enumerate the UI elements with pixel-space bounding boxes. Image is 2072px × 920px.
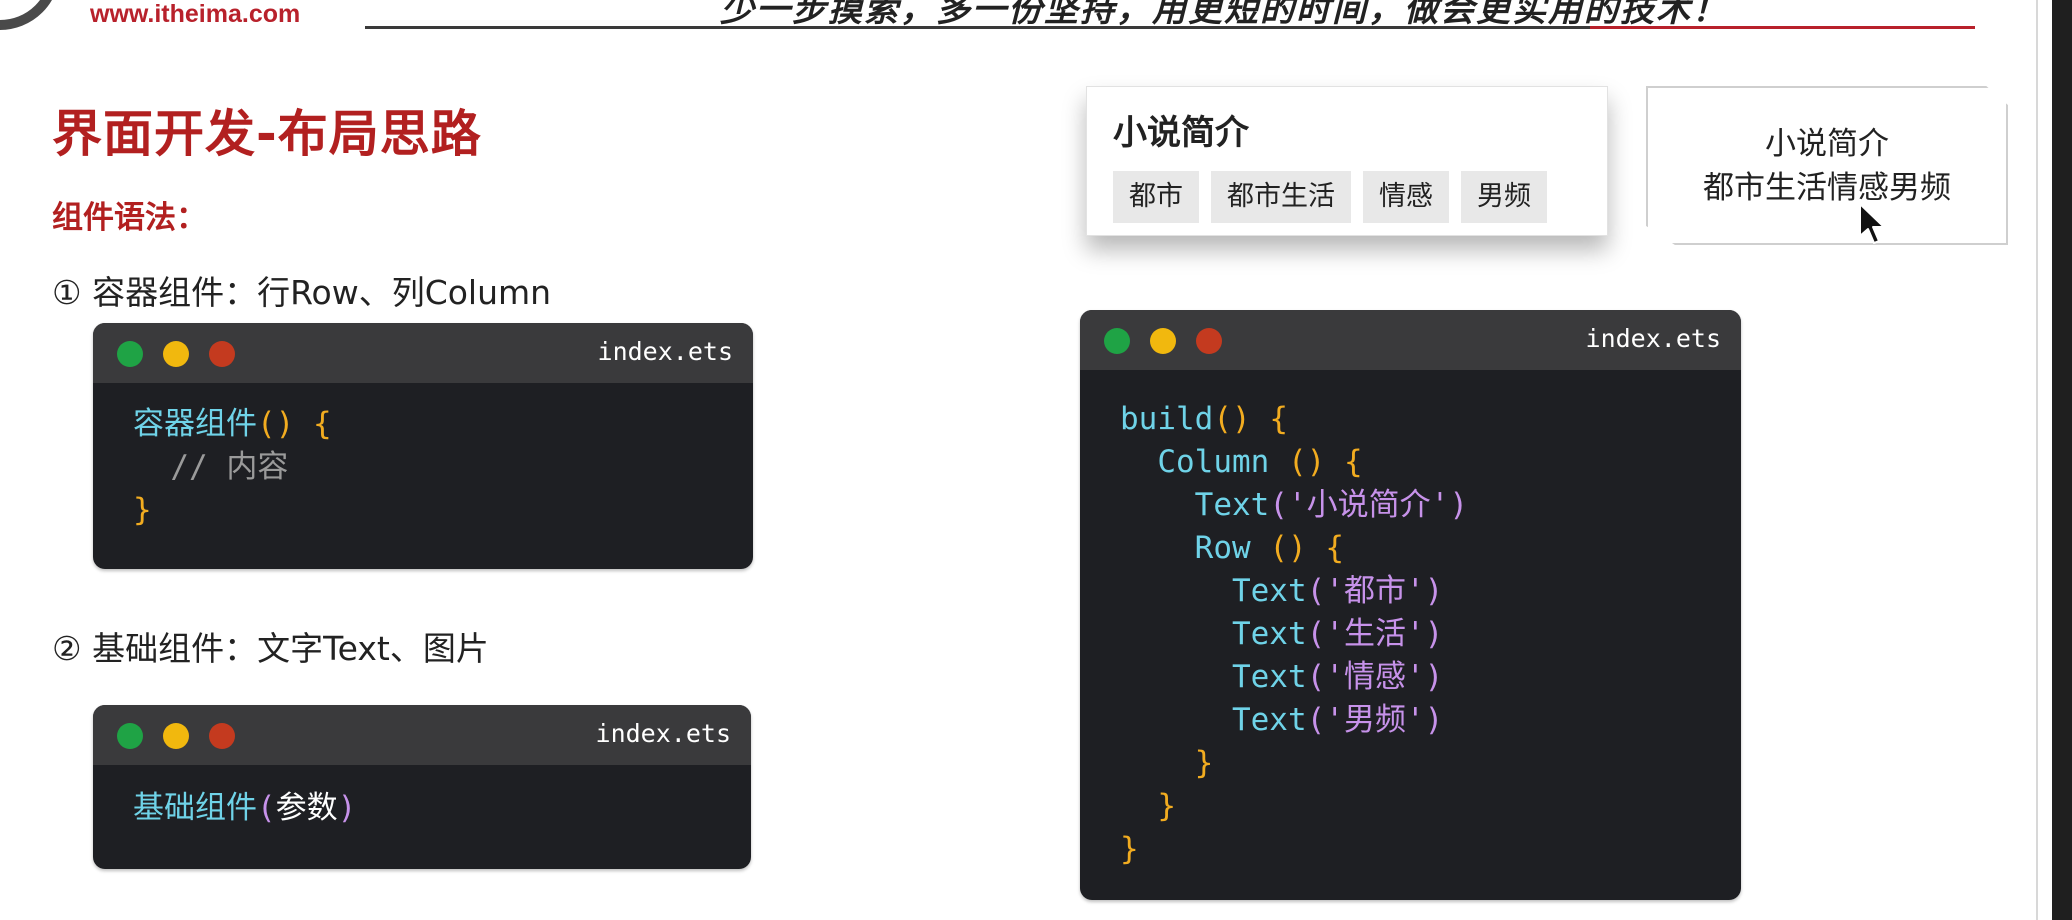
code-window-titlebar: index.ets	[93, 323, 753, 383]
note-line: 小说简介	[1765, 126, 1889, 162]
code-filename: index.ets	[597, 337, 733, 366]
code-token: (	[1306, 659, 1326, 695]
red-dot-icon	[209, 341, 235, 367]
code-token: 基础组件	[133, 790, 257, 826]
code-token: }	[1157, 788, 1176, 824]
code-token: }	[133, 492, 152, 528]
code-token: )	[1424, 702, 1444, 738]
code-window-basic: index.ets 基础组件(参数)	[93, 705, 751, 869]
code-token: Column	[1157, 444, 1270, 480]
itheima-logo-icon	[0, 0, 60, 30]
green-dot-icon	[1104, 328, 1130, 354]
code-token: ()	[1269, 444, 1326, 480]
code-token: {	[294, 406, 332, 442]
code-string: '都市'	[1325, 573, 1425, 609]
yellow-dot-icon	[163, 723, 189, 749]
right-edge-line	[2036, 0, 2038, 920]
yellow-dot-icon	[163, 341, 189, 367]
code-filename: index.ets	[1585, 324, 1721, 353]
code-token: )	[1424, 573, 1444, 609]
code-string: '男频'	[1325, 702, 1425, 738]
code-token: {	[1250, 401, 1288, 437]
code-window-titlebar: index.ets	[1080, 310, 1741, 370]
code-comment: // 内容	[133, 449, 289, 485]
page-title: 界面开发-布局思路	[52, 105, 482, 163]
code-string: '情感'	[1325, 659, 1425, 695]
code-token: 参数	[275, 790, 338, 826]
tag-item: 都市生活	[1211, 171, 1351, 223]
code-token: )	[1424, 659, 1444, 695]
code-token: 容器组件	[133, 406, 257, 442]
tag-item: 都市	[1113, 171, 1199, 223]
code-window-titlebar: index.ets	[93, 705, 751, 765]
code-token: )	[337, 790, 357, 826]
mouse-pointer-icon	[1859, 203, 1885, 244]
green-dot-icon	[117, 341, 143, 367]
red-dot-icon	[1196, 328, 1222, 354]
green-dot-icon	[117, 723, 143, 749]
code-filename: index.ets	[595, 719, 731, 748]
code-token: }	[1120, 831, 1139, 867]
text-note-card: 小说简介 都市生活情感男频	[1646, 86, 2008, 245]
code-token: (	[1306, 573, 1326, 609]
code-string: '小说简介'	[1287, 487, 1450, 523]
code-token: (	[1306, 702, 1326, 738]
tag-row: 都市 都市生活 情感 男频	[1113, 171, 1547, 223]
code-token: (	[257, 790, 276, 826]
code-token: (	[1269, 487, 1288, 523]
yellow-dot-icon	[1150, 328, 1176, 354]
code-token: {	[1325, 444, 1363, 480]
code-token: )	[1449, 487, 1468, 523]
code-token: ()	[1250, 530, 1307, 566]
code-token: Text	[1231, 659, 1307, 695]
code-token: )	[1424, 616, 1444, 652]
code-block: 基础组件(参数)	[133, 787, 356, 830]
code-string: '生活'	[1325, 616, 1425, 652]
code-token: build	[1120, 401, 1214, 437]
code-token: ()	[1213, 401, 1251, 437]
code-block: build() { Column () { Text('小说简介') Row (…	[1120, 398, 1468, 871]
slide-header: www.itheima.com 少一步摸索，多一份坚持，用更短的时间，做会更实用…	[0, 0, 2072, 40]
right-edge-bar	[2052, 0, 2072, 920]
preview-title: 小说简介	[1113, 113, 1249, 153]
code-window-container: index.ets 容器组件() { // 内容 }	[93, 323, 753, 569]
code-token: Text	[1194, 487, 1270, 523]
container-components-item: ① 容器组件：行Row、列Column	[52, 273, 552, 312]
code-token: Text	[1231, 702, 1307, 738]
site-url: www.itheima.com	[90, 0, 301, 28]
code-window-build: index.ets build() { Column () { Text('小说…	[1080, 310, 1741, 900]
code-token: Row	[1194, 530, 1251, 566]
basic-components-item: ② 基础组件：文字Text、图片	[52, 629, 489, 668]
code-token: Text	[1231, 573, 1307, 609]
code-block: 容器组件() { // 内容 }	[133, 403, 332, 532]
tag-item: 情感	[1363, 171, 1449, 223]
tag-item: 男频	[1461, 171, 1547, 223]
code-token: Text	[1231, 616, 1307, 652]
novel-preview-card: 小说简介 都市 都市生活 情感 男频	[1086, 86, 1608, 236]
code-token: ()	[257, 406, 295, 442]
note-line: 都市生活情感男频	[1703, 170, 1951, 206]
header-accent-divider	[1590, 26, 1975, 29]
code-token: (	[1306, 616, 1326, 652]
code-token: }	[1194, 745, 1214, 781]
code-token: {	[1306, 530, 1344, 566]
red-dot-icon	[209, 723, 235, 749]
section-label: 组件语法：	[52, 200, 207, 236]
